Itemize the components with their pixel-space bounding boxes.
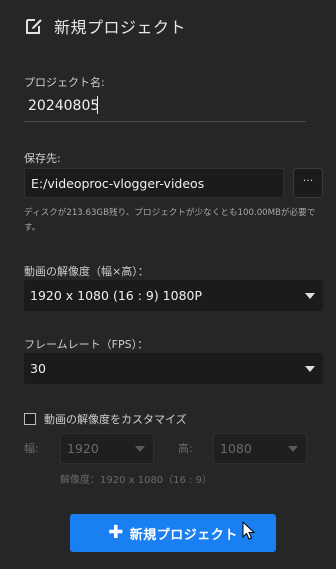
create-project-label: 新規プロジェクト — [129, 527, 238, 543]
chevron-down-icon — [305, 365, 315, 372]
save-path-input[interactable] — [24, 168, 284, 198]
save-location-label: 保存先: — [24, 152, 61, 165]
dialog-header: 新規プロジェクト — [24, 14, 186, 38]
plus-icon: ✚ — [108, 522, 124, 543]
resolution-label: 動画の解像度（幅×高）： — [24, 265, 149, 278]
project-name-label: プロジェクト名: — [24, 76, 105, 89]
height-value: 1080 — [220, 441, 252, 456]
custom-resolution-checkbox[interactable] — [24, 413, 36, 425]
browse-button[interactable]: ··· — [293, 168, 323, 198]
width-label: 幅: — [24, 442, 39, 455]
mouse-pointer-icon — [242, 521, 256, 540]
frame-rate-select[interactable]: 30 — [24, 353, 323, 384]
text-caret — [97, 96, 98, 114]
new-project-dialog: 新規プロジェクト プロジェクト名: 保存先: ··· ディスクが213.63GB… — [0, 0, 336, 569]
custom-resolution-label: 動画の解像度をカスタマイズ — [44, 413, 187, 426]
project-name-input[interactable] — [24, 90, 306, 122]
height-select[interactable]: 1080 — [213, 433, 307, 464]
frame-rate-label: フレームレート（FPS）： — [24, 338, 149, 351]
resolution-select[interactable]: 1920 x 1080 (16 : 9) 1080P — [24, 280, 323, 311]
frame-rate-selected-value: 30 — [30, 361, 46, 376]
edit-icon — [24, 16, 44, 36]
dialog-title: 新規プロジェクト — [54, 18, 187, 37]
disk-space-hint: ディスクが213.63GB残り、プロジェクトが少なくとも100.00MBが必要で… — [24, 208, 316, 233]
custom-resolution-toggle[interactable]: 動画の解像度をカスタマイズ — [24, 411, 187, 427]
chevron-down-icon — [135, 445, 145, 452]
width-value: 1920 — [67, 441, 99, 456]
resolution-selected-value: 1920 x 1080 (16 : 9) 1080P — [30, 288, 203, 303]
height-label: 高: — [178, 442, 193, 455]
width-select[interactable]: 1920 — [60, 433, 154, 464]
chevron-down-icon — [305, 292, 315, 299]
chevron-down-icon — [288, 445, 298, 452]
custom-resolution-summary: 解像度：1920 x 1080（16 : 9） — [60, 475, 212, 486]
